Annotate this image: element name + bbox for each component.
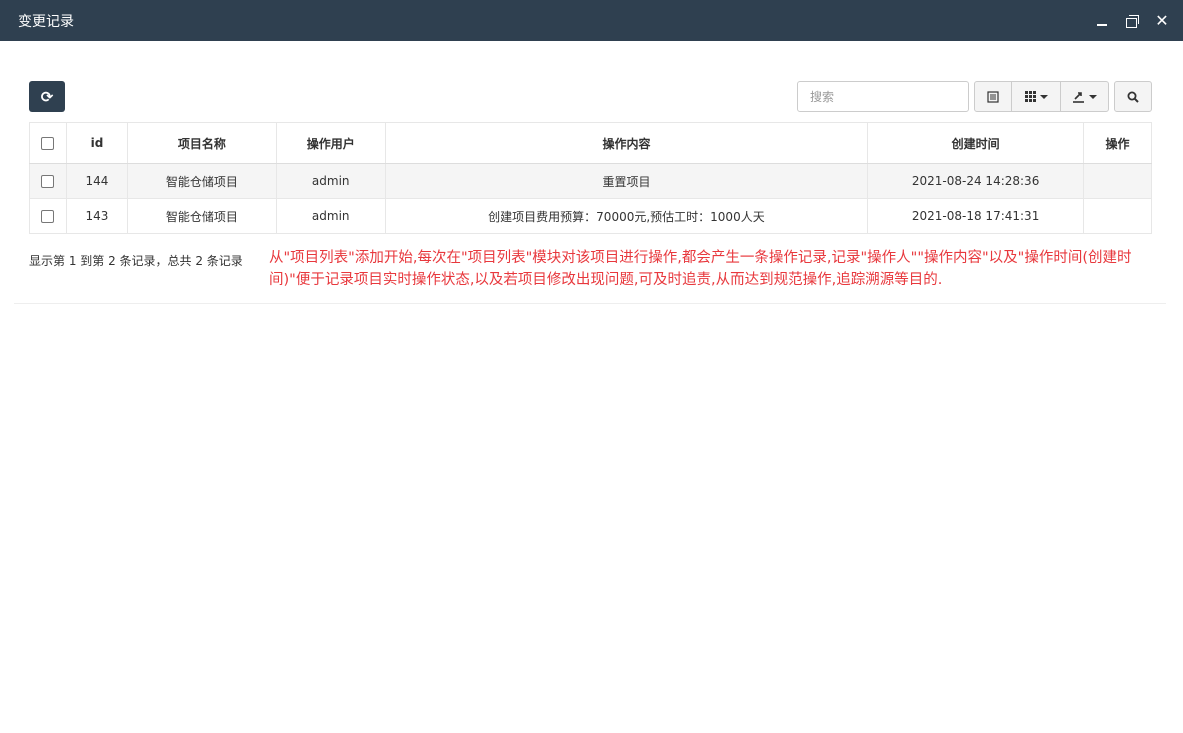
search-input[interactable] bbox=[797, 81, 969, 112]
change-log-panel: ⟳ 搜索 id 项目名称 操作用户 操作内容 创建时间 操作 144 智能仓储项… bbox=[14, 62, 1166, 304]
cell-user: admin bbox=[275, 198, 386, 234]
toggle-view-button[interactable] bbox=[974, 81, 1012, 112]
refresh-icon: ⟳ bbox=[40, 87, 54, 106]
window-controls: ✕ bbox=[1095, 0, 1169, 41]
window-title: 变更记录 bbox=[18, 13, 74, 30]
table-header-row: id 项目名称 操作用户 操作内容 创建时间 操作 bbox=[29, 122, 1152, 164]
caret-down-icon bbox=[1039, 94, 1048, 99]
column-header-id[interactable]: id bbox=[65, 122, 128, 164]
pagination-info: 显示第 1 到第 2 条记录，总共 2 条记录 bbox=[29, 254, 243, 268]
cell-content: 创建项目费用预算：70000元,预估工时：1000人天 bbox=[384, 198, 869, 234]
cell-content: 重置项目 bbox=[384, 163, 869, 199]
select-all-checkbox[interactable] bbox=[41, 137, 55, 150]
cell-actions bbox=[1083, 163, 1152, 199]
grid-icon bbox=[1024, 91, 1036, 102]
cell-project-name: 智能仓储项目 bbox=[126, 198, 277, 234]
column-header-project-name[interactable]: 项目名称 bbox=[126, 122, 277, 164]
list-icon bbox=[987, 90, 999, 103]
export-icon bbox=[1073, 91, 1084, 103]
caret-down-icon bbox=[1089, 94, 1097, 99]
row-checkbox[interactable] bbox=[41, 210, 55, 223]
search-button[interactable] bbox=[1114, 81, 1152, 112]
row-select-cell bbox=[29, 198, 67, 234]
column-header-created-time[interactable]: 创建时间 bbox=[867, 122, 1085, 164]
window-titlebar: 变更记录 ✕ bbox=[0, 0, 1183, 41]
cell-id: 143 bbox=[65, 198, 128, 234]
change-log-table: id 项目名称 操作用户 操作内容 创建时间 操作 144 智能仓储项目 adm… bbox=[29, 122, 1152, 234]
annotation-text: 从"项目列表"添加开始,每次在"项目列表"模块对该项目进行操作,都会产生一条操作… bbox=[269, 250, 1132, 288]
cell-id: 144 bbox=[65, 163, 128, 199]
maximize-icon[interactable] bbox=[1125, 14, 1139, 28]
select-all-cell bbox=[29, 122, 67, 164]
column-header-content[interactable]: 操作内容 bbox=[384, 122, 869, 164]
table-row[interactable]: 144 智能仓储项目 admin 重置项目 2021-08-24 14:28:3… bbox=[29, 163, 1152, 199]
row-checkbox[interactable] bbox=[41, 175, 55, 188]
cell-created-time: 2021-08-24 14:28:36 bbox=[867, 163, 1085, 199]
table-row[interactable]: 143 智能仓储项目 admin 创建项目费用预算：70000元,预估工时：10… bbox=[29, 198, 1152, 234]
columns-dropdown-button[interactable] bbox=[1011, 81, 1061, 112]
cell-user: admin bbox=[275, 163, 386, 199]
cell-project-name: 智能仓储项目 bbox=[126, 163, 277, 199]
column-header-user[interactable]: 操作用户 bbox=[275, 122, 386, 164]
refresh-button[interactable]: ⟳ bbox=[29, 81, 65, 112]
search-icon bbox=[1127, 91, 1139, 103]
minimize-icon[interactable] bbox=[1095, 14, 1109, 28]
cell-created-time: 2021-08-18 17:41:31 bbox=[867, 198, 1085, 234]
cell-actions bbox=[1083, 198, 1152, 234]
close-icon[interactable]: ✕ bbox=[1155, 12, 1169, 28]
column-header-actions: 操作 bbox=[1083, 122, 1152, 164]
export-dropdown-button[interactable] bbox=[1060, 81, 1109, 112]
row-select-cell bbox=[29, 163, 67, 199]
